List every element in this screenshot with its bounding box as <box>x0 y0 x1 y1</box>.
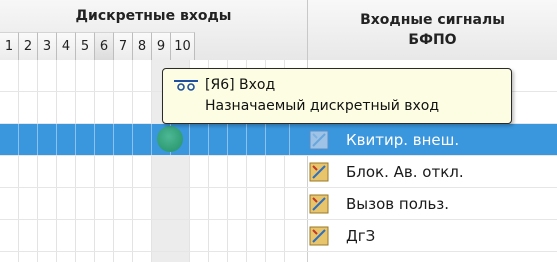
signal-icon <box>308 193 330 215</box>
column-header-5[interactable]: 5 <box>76 32 95 60</box>
signal-row-selected[interactable]: Квитир. внеш. <box>0 124 557 155</box>
assigned-input-dot[interactable] <box>157 126 183 152</box>
input-cell[interactable] <box>38 124 57 155</box>
input-cell[interactable] <box>76 124 95 155</box>
signal-row[interactable]: Блок. Ав. откл. <box>0 156 557 187</box>
signal-icon <box>308 161 330 183</box>
input-cell[interactable] <box>133 124 152 155</box>
signals-header-line2: БФПО <box>408 32 457 48</box>
column-header-2[interactable]: 2 <box>19 32 38 60</box>
column-header-1[interactable]: 1 <box>0 32 19 60</box>
input-assignment-grid: Дискретные входы 1 2 3 4 5 6 7 8 9 10 Вх… <box>0 0 557 262</box>
contact-icon <box>173 78 199 92</box>
input-cell[interactable] <box>228 124 247 155</box>
input-cell[interactable] <box>209 124 228 155</box>
signal-label: ДгЗ <box>346 226 376 245</box>
signal-cell[interactable]: Вызов польз. <box>308 188 449 219</box>
signal-icon <box>308 129 330 151</box>
column-header-7[interactable]: 7 <box>114 32 133 60</box>
signal-row[interactable]: ДгЗ <box>0 220 557 251</box>
input-cell[interactable] <box>114 124 133 155</box>
input-cell[interactable] <box>190 124 209 155</box>
input-cell[interactable] <box>266 124 290 155</box>
signal-label: Квитир. внеш. <box>346 130 460 149</box>
input-cell[interactable] <box>0 124 19 155</box>
input-number-row: 1 2 3 4 5 6 7 8 9 10 <box>0 32 307 60</box>
input-signals-header[interactable]: Входные сигналы БФПО <box>308 0 557 60</box>
tooltip-description: Назначаемый дискретный вход <box>205 98 440 114</box>
row-divider <box>0 251 557 252</box>
signal-label: Блок. Ав. откл. <box>346 162 464 181</box>
input-cell[interactable] <box>95 124 114 155</box>
signals-header-line1: Входные сигналы <box>360 12 505 28</box>
signal-cell[interactable]: Квитир. внеш. <box>308 124 459 155</box>
column-header-8[interactable]: 8 <box>133 32 152 60</box>
column-header-10[interactable]: 10 <box>171 32 195 60</box>
input-cell[interactable] <box>247 124 266 155</box>
discrete-inputs-title: Дискретные входы <box>75 8 232 24</box>
column-header-6[interactable]: 6 <box>95 32 114 60</box>
tooltip: [Я6] Вход Назначаемый дискретный вход <box>162 68 512 124</box>
signal-cell[interactable]: Блок. Ав. откл. <box>308 156 464 187</box>
signal-cell[interactable]: ДгЗ <box>308 220 375 251</box>
discrete-inputs-header: Дискретные входы 1 2 3 4 5 6 7 8 9 10 <box>0 0 308 60</box>
column-header-3[interactable]: 3 <box>38 32 57 60</box>
signal-icon <box>308 225 330 247</box>
signal-row[interactable]: Вызов польз. <box>0 188 557 219</box>
tooltip-header: [Я6] Вход <box>173 75 511 95</box>
input-cells <box>0 124 290 155</box>
tooltip-title: [Я6] Вход <box>205 77 276 93</box>
input-cell[interactable] <box>19 124 38 155</box>
signal-label: Вызов польз. <box>346 194 450 213</box>
column-header-4[interactable]: 4 <box>57 32 76 60</box>
column-header-9[interactable]: 9 <box>152 32 171 60</box>
input-cell[interactable] <box>57 124 76 155</box>
